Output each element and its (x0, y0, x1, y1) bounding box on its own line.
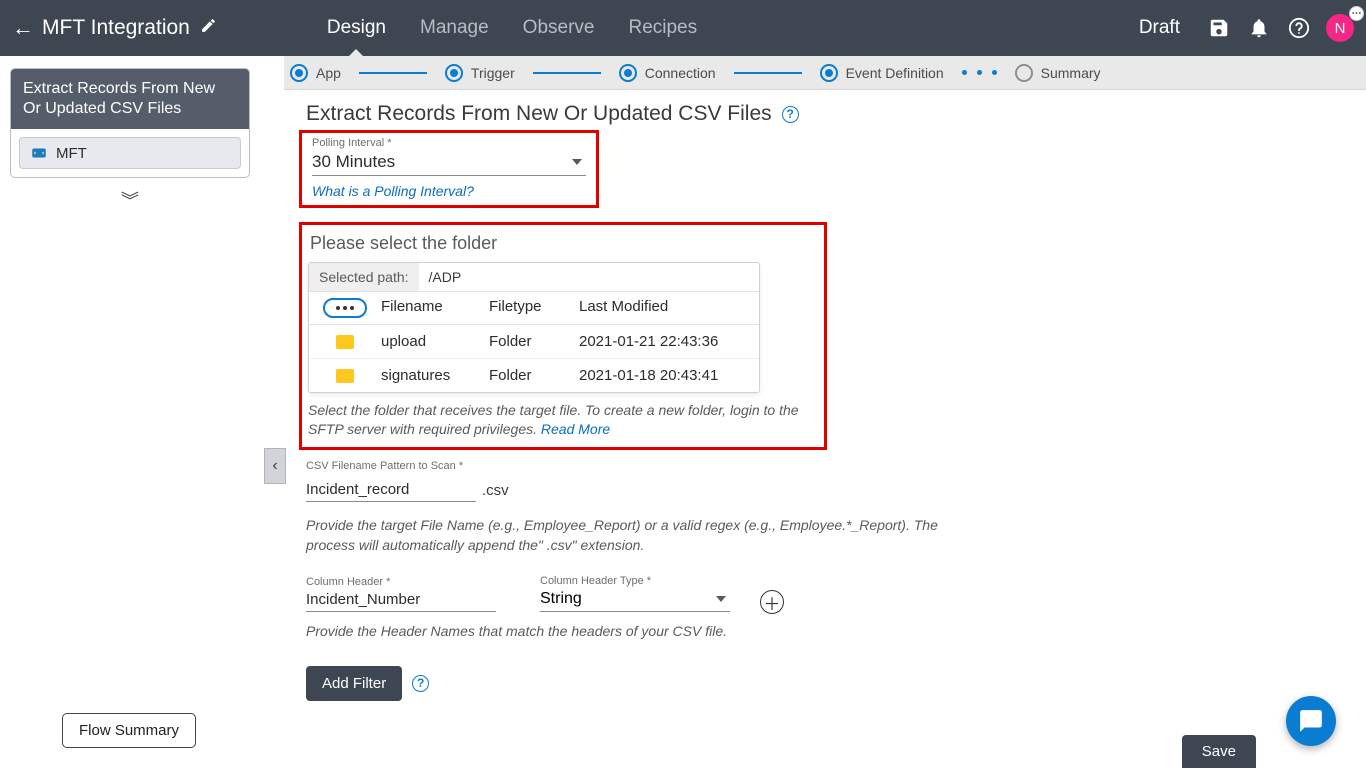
main-nav: Design Manage Observe Recipes (327, 0, 697, 56)
row-filetype: Folder (489, 333, 579, 350)
chat-icon (1298, 708, 1324, 734)
column-header-type-select[interactable]: String (540, 587, 730, 612)
add-filter-help-icon[interactable]: ? (412, 675, 429, 692)
tab-recipes[interactable]: Recipes (628, 0, 697, 56)
tab-observe[interactable]: Observe (523, 0, 595, 56)
column-header-type-label: Column Header Type * (540, 575, 730, 587)
sidebar-item-mft[interactable]: MFT (19, 137, 241, 169)
polling-interval-value: 30 Minutes (312, 152, 395, 172)
polling-interval-help-link[interactable]: What is a Polling Interval? (302, 178, 596, 205)
row-filename: signatures (381, 367, 489, 384)
save-button[interactable]: Save (1182, 735, 1256, 768)
polling-interval-select[interactable]: 30 Minutes (312, 149, 586, 176)
avatar-letter: N (1335, 20, 1346, 37)
column-header-label: Column Header * (306, 576, 496, 588)
row-modified: 2021-01-21 22:43:36 (579, 333, 759, 350)
chat-fab[interactable] (1286, 696, 1336, 746)
expand-icon[interactable]: ︾ (113, 196, 147, 218)
folder-icon (336, 335, 354, 349)
filename-suffix: .csv (482, 482, 509, 499)
folder-select-highlight: Please select the folder Selected path: … (299, 222, 827, 450)
page-title-header: MFT Integration (42, 16, 190, 40)
back-icon[interactable]: ← (12, 15, 34, 41)
folder-section-title: Please select the folder (310, 233, 818, 254)
step-connector (533, 72, 601, 74)
step-connector-dotted (962, 70, 997, 75)
sidebar-card-title: Extract Records From New Or Updated CSV … (11, 69, 249, 129)
flow-summary-button[interactable]: Flow Summary (62, 713, 196, 748)
selected-path-value: /ADP (419, 263, 759, 291)
col-modified: Last Modified (579, 298, 759, 318)
main-content: Extract Records From New Or Updated CSV … (306, 102, 1326, 126)
add-filter-button[interactable]: Add Filter (306, 666, 402, 701)
folder-row[interactable]: signatures Folder 2021-01-18 20:43:41 (309, 359, 759, 392)
row-filetype: Folder (489, 367, 579, 384)
filename-hint: Provide the target File Name (e.g., Empl… (306, 516, 946, 555)
notifications-icon[interactable] (1246, 15, 1272, 41)
left-rail: Extract Records From New Or Updated CSV … (10, 68, 250, 218)
col-filetype: Filetype (489, 298, 579, 318)
filename-label: CSV Filename Pattern to Scan * (306, 460, 946, 472)
chevron-down-icon (716, 596, 726, 602)
polling-interval-highlight: Polling Interval * 30 Minutes What is a … (299, 130, 599, 208)
top-bar: ← MFT Integration Design Manage Observe … (0, 0, 1366, 56)
save-icon[interactable] (1206, 15, 1232, 41)
step-connector (734, 72, 802, 74)
row-filename: upload (381, 333, 489, 350)
selected-path-label: Selected path: (309, 263, 419, 291)
tab-manage[interactable]: Manage (420, 0, 489, 56)
folder-icon (336, 369, 354, 383)
folder-hint: Select the folder that receives the targ… (308, 401, 818, 439)
chevron-down-icon (572, 159, 582, 165)
step-event-definition[interactable]: Event Definition (820, 64, 944, 82)
column-hint: Provide the Header Names that match the … (306, 622, 946, 642)
folder-menu-icon[interactable] (323, 298, 367, 318)
tab-design[interactable]: Design (327, 0, 386, 56)
add-column-icon[interactable]: ＋ (760, 590, 784, 614)
help-icon[interactable] (1286, 15, 1312, 41)
step-connection[interactable]: Connection (619, 64, 716, 82)
avatar[interactable]: N ⋯ (1326, 14, 1354, 42)
mft-icon (30, 144, 48, 162)
folder-row[interactable]: upload Folder 2021-01-21 22:43:36 (309, 325, 759, 359)
sidebar-item-label: MFT (56, 145, 87, 162)
status-label: Draft (1139, 17, 1180, 39)
folder-browser: Selected path: /ADP Filename Filetype La… (308, 262, 760, 393)
step-connector (359, 72, 427, 74)
polling-interval-label: Polling Interval * (312, 137, 586, 149)
folder-read-more-link[interactable]: Read More (541, 421, 610, 437)
col-filename: Filename (381, 298, 489, 318)
section-title: Extract Records From New Or Updated CSV … (306, 102, 772, 126)
edit-icon[interactable] (200, 17, 217, 39)
column-header-input[interactable] (306, 588, 496, 612)
avatar-badge-icon: ⋯ (1349, 6, 1364, 21)
step-app[interactable]: App (290, 64, 341, 82)
filename-input[interactable] (306, 478, 476, 502)
row-modified: 2021-01-18 20:43:41 (579, 367, 759, 384)
stepper: App Trigger Connection Event Definition … (284, 56, 1366, 90)
collapse-panel-icon[interactable]: ‹ (264, 448, 286, 484)
form-continued: CSV Filename Pattern to Scan * .csv Prov… (306, 460, 946, 701)
title-help-icon[interactable]: ? (782, 106, 799, 123)
column-header-type-value: String (540, 590, 582, 608)
step-summary[interactable]: Summary (1015, 64, 1101, 82)
sidebar-card: Extract Records From New Or Updated CSV … (10, 68, 250, 178)
step-trigger[interactable]: Trigger (445, 64, 515, 82)
